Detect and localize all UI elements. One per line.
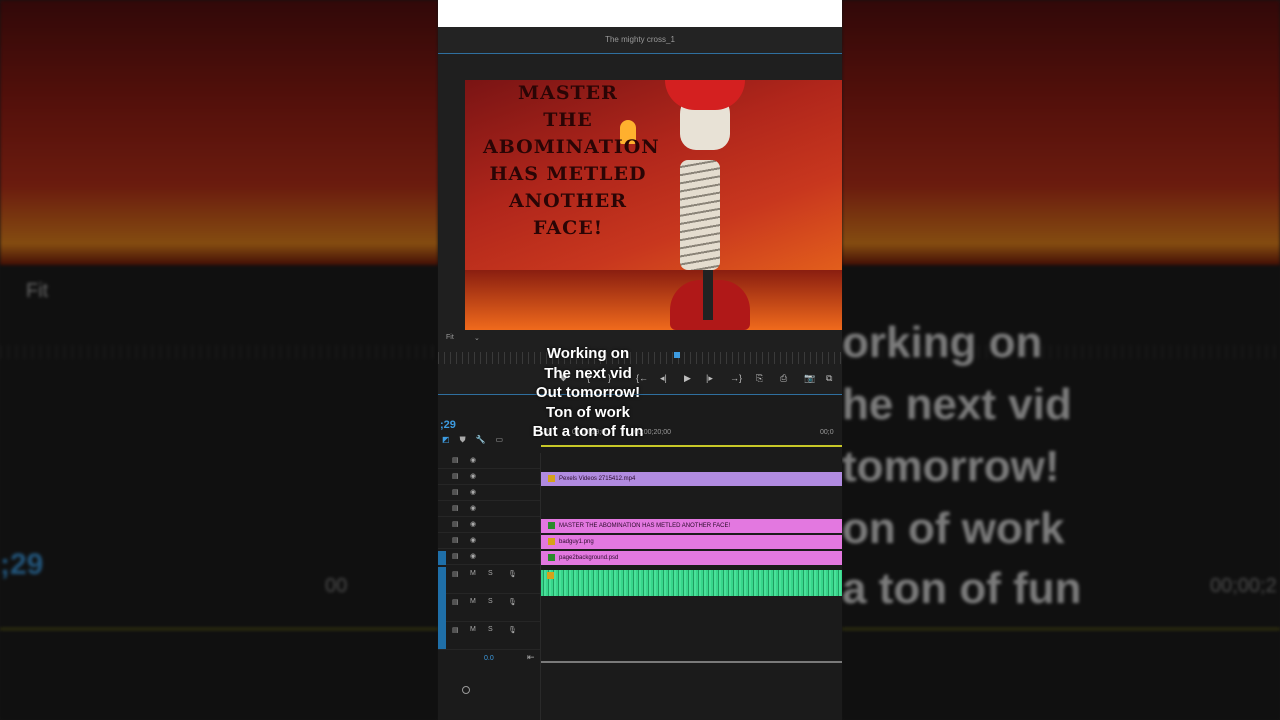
eye-icon[interactable]: ◉ xyxy=(470,552,476,560)
background-ruler-label: 00;00;2 xyxy=(1210,575,1277,597)
background-fit-label: Fit xyxy=(26,280,49,302)
caption-line: Out tomorrow! xyxy=(535,384,641,401)
fx-badge-icon xyxy=(547,572,554,579)
background-art xyxy=(0,0,438,265)
background-ruler-label: 00 xyxy=(325,575,348,597)
audio-track-header: ▤ M S 🎙 xyxy=(438,595,540,622)
audio-track-header: ▤ M S 🎙 xyxy=(438,623,540,650)
top-white-bar xyxy=(438,0,842,27)
clip-label: MASTER THE ABOMINATION HAS METLED ANOTHE… xyxy=(559,523,731,529)
fx-badge-icon xyxy=(548,554,555,561)
video-track-header: ▤ ◉ xyxy=(438,517,540,533)
film-icon[interactable]: ▤ xyxy=(452,456,459,464)
timeline-panel: ;29 ◩ ⛊ 🔧 ▭ 00 00;00;19;00 00;00;20;00 00;0… xyxy=(438,394,842,720)
track-target-v1[interactable] xyxy=(438,551,446,565)
work-area-bar[interactable] xyxy=(541,445,842,447)
clip-label: page2background.psd xyxy=(559,555,619,561)
mic-icon[interactable]: 🎙 xyxy=(508,598,517,606)
timeline-scrollbar[interactable] xyxy=(438,685,842,695)
lava-ground xyxy=(465,270,842,330)
video-track-header: ▤ ◉ xyxy=(438,485,540,501)
audio-icon[interactable]: ▤ xyxy=(452,626,459,634)
solo-button[interactable]: S xyxy=(488,626,493,633)
caption-line: Working on xyxy=(546,345,630,362)
film-icon[interactable]: ▤ xyxy=(452,536,459,544)
eye-icon[interactable]: ◉ xyxy=(470,456,476,464)
background-timecode: ;29 xyxy=(0,548,44,581)
background-line xyxy=(842,628,1280,630)
eye-icon[interactable]: ◉ xyxy=(470,488,476,496)
film-icon[interactable]: ▤ xyxy=(452,520,459,528)
background-caption-line: on of work xyxy=(842,504,1065,553)
solo-button[interactable]: S xyxy=(488,570,493,577)
video-track-header: ▤ ◉ xyxy=(438,533,540,549)
image-clip[interactable]: page2background.psd xyxy=(541,551,842,565)
video-clip[interactable]: Pexels Videos 2715412.mp4 xyxy=(541,472,842,486)
background-caption-line: a ton of fun xyxy=(842,564,1082,613)
video-track-header: ▤ ◉ xyxy=(438,501,540,517)
solo-button[interactable]: S xyxy=(488,598,493,605)
film-icon[interactable]: ▤ xyxy=(452,488,459,496)
video-caption: Working on The next vid Out tomorrow! To… xyxy=(293,344,883,442)
eye-icon[interactable]: ◉ xyxy=(470,536,476,544)
caption-line: But a ton of fun xyxy=(532,423,644,440)
audio-track-header: ▤ M S 🎙 xyxy=(438,567,540,594)
title-clip[interactable]: MASTER THE ABOMINATION HAS METLED ANOTHE… xyxy=(541,519,842,533)
video-track-header: ▤ ◉ xyxy=(438,469,540,485)
scroll-handle[interactable] xyxy=(462,686,470,694)
film-icon[interactable]: ▤ xyxy=(452,504,459,512)
eye-icon[interactable]: ◉ xyxy=(470,520,476,528)
poster-line: MASTER xyxy=(518,82,618,104)
zoom-value: Fit xyxy=(446,334,454,341)
chevron-down-icon[interactable]: ⌄ xyxy=(474,334,480,342)
poster-text: MASTER THE ABOMINATION HAS METLED ANOTHE… xyxy=(483,80,660,242)
fx-badge-icon xyxy=(548,522,555,529)
fx-badge-icon xyxy=(548,475,555,482)
poster-line: HAS METLED xyxy=(489,163,647,185)
program-monitor-preview: MASTER THE ABOMINATION HAS METLED ANOTHE… xyxy=(465,80,842,330)
timeline-end-bar xyxy=(541,661,842,663)
mic-icon[interactable]: 🎙 xyxy=(508,570,517,578)
audio-icon[interactable]: ▤ xyxy=(452,570,459,578)
timeline-level-value[interactable]: 0.0 xyxy=(484,655,494,662)
mute-button[interactable]: M xyxy=(470,570,476,577)
background-art xyxy=(842,0,1280,265)
audio-icon[interactable]: ▤ xyxy=(452,598,459,606)
poster-line: FACE! xyxy=(532,217,604,239)
eye-icon[interactable]: ◉ xyxy=(470,472,476,480)
mic-icon[interactable]: 🎙 xyxy=(508,626,517,634)
fx-badge-icon xyxy=(548,538,555,545)
expand-icon[interactable]: ⇤ xyxy=(527,652,535,663)
poster-line: ABOMINATION xyxy=(483,136,660,158)
poster-line: ANOTHER xyxy=(508,190,628,212)
audio-clip[interactable] xyxy=(541,570,842,596)
image-clip[interactable]: badguy1.png xyxy=(541,535,842,549)
program-monitor-title[interactable]: The mighty cross_1 xyxy=(438,27,842,54)
poster-line: THE xyxy=(543,109,593,131)
clip-label: badguy1.png xyxy=(559,539,594,545)
mute-button[interactable]: M xyxy=(470,598,476,605)
eye-icon[interactable]: ◉ xyxy=(470,504,476,512)
film-icon[interactable]: ▤ xyxy=(452,552,459,560)
mute-button[interactable]: M xyxy=(470,626,476,633)
caption-line: The next vid xyxy=(544,364,632,382)
video-track-header: ▤ ◉ xyxy=(438,549,540,565)
clip-label: Pexels Videos 2715412.mp4 xyxy=(559,476,636,482)
background-right: orking on he next vid tomorrow! on of wo… xyxy=(842,0,1280,720)
caption-line: Ton of work xyxy=(546,403,630,421)
jester-hat xyxy=(665,80,745,110)
track-target-audio[interactable] xyxy=(438,567,446,649)
video-track-header: ▤ ◉ xyxy=(438,453,540,469)
background-caption-line: tomorrow! xyxy=(842,442,1060,491)
film-icon[interactable]: ▤ xyxy=(452,472,459,480)
mummy-body xyxy=(680,160,720,270)
background-line xyxy=(0,628,438,630)
background-panel xyxy=(0,265,438,720)
